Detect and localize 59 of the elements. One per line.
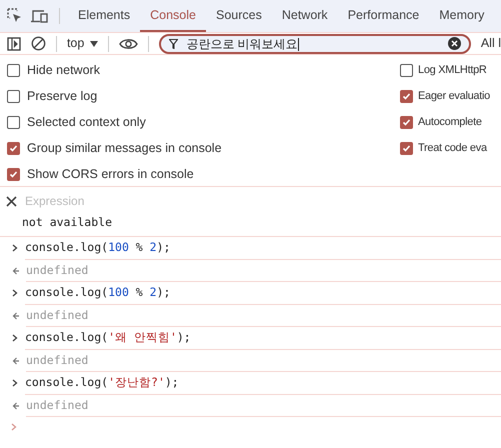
checkbox[interactable] — [400, 90, 413, 102]
result-text: undefined — [26, 262, 88, 279]
chevron-right-icon — [12, 334, 18, 342]
expression-field[interactable]: Expression — [25, 192, 225, 210]
panel-tab[interactable]: Network — [272, 0, 338, 32]
device-toolbar-icon[interactable] — [31, 8, 49, 24]
checkbox[interactable] — [400, 116, 413, 128]
code-text: console.log(100 % 2); — [25, 239, 170, 256]
checkbox[interactable] — [400, 142, 413, 154]
setting-label: Eager evaluatio — [418, 88, 490, 104]
setting-label: Selected context only — [27, 114, 146, 131]
sidebar-icon[interactable] — [7, 36, 21, 50]
inspect-icon[interactable] — [7, 8, 23, 24]
chevron-right-icon — [12, 244, 18, 252]
checkbox[interactable] — [7, 142, 20, 154]
panel-tab[interactable]: Memory — [429, 0, 494, 32]
checkmark-icon — [402, 144, 411, 152]
return-arrow-icon — [12, 266, 19, 275]
code-text: console.log('장난함?'); — [25, 374, 179, 392]
setting-label: Log XMLHttpR — [418, 62, 487, 78]
result-text: undefined — [26, 352, 88, 369]
setting-label: Hide network — [27, 62, 100, 79]
panel-tab[interactable]: Performance — [338, 0, 430, 32]
return-arrow-icon — [12, 356, 19, 365]
setting-label: Autocomplete — [418, 114, 482, 130]
checkbox[interactable] — [7, 64, 20, 76]
result-text: undefined — [26, 306, 88, 324]
eye-icon[interactable] — [119, 38, 138, 50]
setting-label: Treat code eva — [418, 140, 487, 156]
setting-label: Show CORS errors in console — [27, 166, 194, 183]
panel-tab[interactable]: Elements — [68, 0, 140, 32]
checkmark-icon — [9, 144, 18, 152]
clear-icon[interactable] — [30, 36, 46, 51]
code-text: console.log('왜 안찍힘'); — [25, 329, 191, 346]
filter-field[interactable]: 공란으로 비워보세요 — [159, 34, 471, 54]
panel-tab[interactable]: Sources — [206, 0, 272, 32]
result-text: undefined — [26, 396, 88, 414]
clear-input-icon[interactable] — [448, 37, 461, 50]
return-arrow-icon — [12, 312, 19, 320]
checkbox[interactable] — [400, 64, 413, 76]
checkmark-icon — [9, 170, 18, 178]
log-levels-dropdown[interactable]: All l — [480, 34, 501, 53]
checkmark-icon — [402, 118, 411, 126]
setting-label: Preserve log — [27, 88, 98, 105]
caret-icon — [90, 40, 98, 46]
chevron-right-icon — [12, 289, 18, 298]
code-text: console.log(100 % 2); — [25, 284, 170, 302]
context-dropdown[interactable]: top — [66, 34, 98, 53]
checkbox[interactable] — [7, 90, 20, 102]
filter-icon — [169, 38, 178, 48]
checkmark-icon — [402, 92, 411, 100]
close-icon[interactable] — [6, 196, 17, 206]
setting-label: Group similar messages in console — [27, 140, 222, 157]
checkbox[interactable] — [7, 168, 20, 180]
chevron-right-icon — [12, 379, 18, 388]
panel-tab[interactable]: Console — [140, 0, 206, 32]
expression-value: not available — [21, 214, 114, 231]
return-arrow-icon — [12, 402, 19, 410]
checkbox[interactable] — [7, 116, 20, 128]
